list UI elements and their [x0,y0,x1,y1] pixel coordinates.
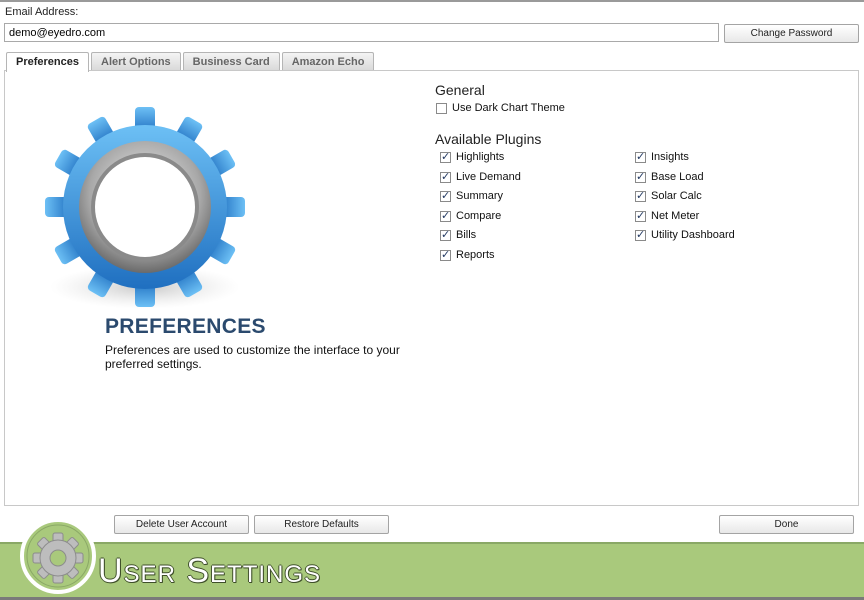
plugin-live-demand[interactable]: Live Demand [440,170,521,184]
plugin-label: Solar Calc [651,190,702,202]
plugin-summary[interactable]: Summary [440,189,503,203]
plugin-compare-checkbox[interactable] [440,209,451,222]
plugin-bills-checkbox[interactable] [440,228,451,241]
plugin-label: Summary [456,190,504,202]
general-section-title: General [435,82,485,98]
plugin-net-meter[interactable]: Net Meter [635,209,699,223]
email-input[interactable] [4,23,719,42]
delete-user-account-button[interactable]: Delete User Account [114,515,249,534]
plugin-insights-checkbox[interactable] [635,150,646,163]
hero-description: Preferences are used to customize the in… [105,343,400,371]
plugin-label: Base Load [651,171,704,183]
plugin-label: Bills [456,229,477,241]
dark-chart-theme-checkbox[interactable] [436,102,447,114]
plugin-solar-calc[interactable]: Solar Calc [635,189,702,203]
plugins-section-title: Available Plugins [435,131,542,147]
email-label: Email Address: [5,6,79,18]
plugin-compare[interactable]: Compare [440,209,501,223]
tab-amazon-echo[interactable]: Amazon Echo [281,52,375,71]
plugin-utility-dashboard-checkbox[interactable] [635,228,646,241]
hero-title: PREFERENCES [105,315,266,338]
dark-chart-theme-label: Use Dark Chart Theme [452,102,565,114]
plugin-net-meter-checkbox[interactable] [635,209,646,222]
restore-defaults-button[interactable]: Restore Defaults [254,515,389,534]
tab-preferences[interactable]: Preferences [6,52,89,72]
footer-banner: User Settings [0,542,864,600]
plugin-base-load[interactable]: Base Load [635,170,704,184]
dark-chart-theme-option[interactable]: Use Dark Chart Theme [436,101,565,115]
gear-icon [20,518,96,594]
tab-alert-options[interactable]: Alert Options [91,52,181,71]
plugin-label: Live Demand [456,171,521,183]
plugin-highlights-checkbox[interactable] [440,150,451,163]
plugin-label: Insights [651,151,689,163]
plugin-solar-calc-checkbox[interactable] [635,189,646,202]
plugin-utility-dashboard[interactable]: Utility Dashboard [635,228,735,242]
gear-icon [45,107,245,327]
plugin-reports[interactable]: Reports [440,248,495,262]
plugin-label: Utility Dashboard [651,229,735,241]
change-password-button[interactable]: Change Password [724,24,859,43]
plugin-summary-checkbox[interactable] [440,189,451,202]
plugin-bills[interactable]: Bills [440,228,476,242]
done-button[interactable]: Done [719,515,854,534]
plugin-label: Highlights [456,151,505,163]
plugin-label: Net Meter [651,210,700,222]
plugin-label: Reports [456,249,495,261]
plugin-live-demand-checkbox[interactable] [440,170,451,183]
top-border [0,0,864,2]
plugin-reports-checkbox[interactable] [440,248,451,261]
tab-bar: Preferences Alert Options Business Card … [6,52,375,72]
plugin-insights[interactable]: Insights [635,150,689,164]
preferences-panel: PREFERENCES Preferences are used to cust… [4,70,859,506]
plugin-label: Compare [456,210,502,222]
footer-title: User Settings [98,552,322,590]
plugin-highlights[interactable]: Highlights [440,150,504,164]
tab-business-card[interactable]: Business Card [182,52,280,71]
plugin-base-load-checkbox[interactable] [635,170,646,183]
